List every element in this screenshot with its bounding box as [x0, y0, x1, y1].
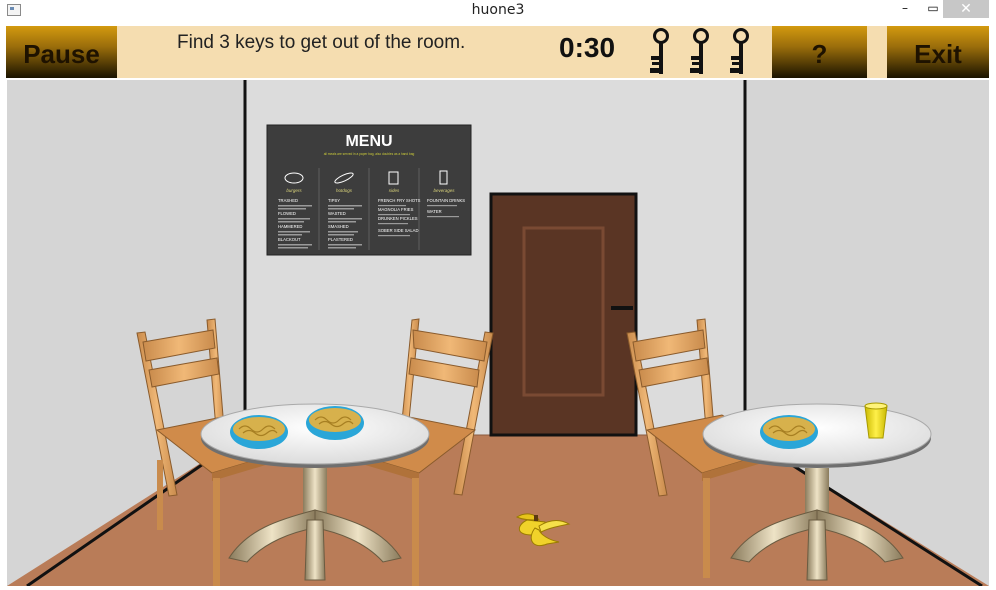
menu-item: FLOWED [278, 211, 296, 216]
noodle-bowl-right[interactable] [760, 415, 818, 449]
menu-item: PLASTERED [328, 237, 353, 242]
instruction-text: Find 3 keys to get out of the room. [177, 32, 466, 53]
menu-item: BLACKOUT [278, 237, 301, 242]
menu-item: FRENCH FRY SHOTS [378, 198, 421, 203]
minimize-button[interactable]: – [891, 0, 919, 18]
window-titlebar: huone3 – ▭ ✕ [0, 0, 996, 22]
key-icon [690, 28, 709, 74]
menu-heading-sides: sides [389, 188, 400, 193]
menu-item: TRASHED [278, 198, 298, 203]
room-canvas: MENU all meals are served in a paper bag… [7, 80, 989, 586]
menu-item: HAMMERED [278, 224, 302, 229]
pause-button[interactable]: Pause [6, 26, 117, 78]
yellow-cup[interactable] [864, 402, 888, 439]
menu-item: SMASHED [328, 224, 349, 229]
menu-item: WATER [427, 209, 442, 214]
hud-bar: Pause Find 3 keys to get out of the room… [6, 26, 989, 78]
menu-poster[interactable]: MENU all meals are served in a paper bag… [266, 124, 472, 256]
game-scene: MENU all meals are served in a paper bag… [7, 80, 989, 586]
countdown-timer: 0:30 [559, 32, 616, 63]
menu-item: DRUNKEN PICKLES [378, 216, 418, 221]
door-handle[interactable] [611, 306, 633, 310]
noodle-bowl-left[interactable] [230, 415, 288, 449]
close-button[interactable]: ✕ [943, 0, 989, 18]
help-button[interactable]: ? [772, 26, 867, 78]
menu-item: FOUNTAIN DRINKS [427, 198, 465, 203]
menu-heading-hotdogs: hotdogs [336, 188, 353, 193]
menu-item: SOBER SIDE SALAD [378, 228, 419, 233]
key-icon [730, 28, 749, 74]
menu-heading-beverages: beverages [433, 188, 455, 193]
window-title: huone3 [471, 2, 525, 18]
menu-title: MENU [345, 133, 392, 150]
menu-subtitle: all meals are served in a paper bag, als… [324, 152, 415, 156]
exit-door[interactable] [489, 192, 638, 437]
menu-item: WASTED [328, 211, 346, 216]
menu-item: MAGNOLIA FRIES [378, 207, 414, 212]
menu-heading-burgers: burgers [286, 188, 302, 193]
menu-item: TIPSY [328, 198, 340, 203]
key-icon [650, 28, 669, 74]
exit-button[interactable]: Exit [887, 26, 989, 78]
noodle-bowl-middle[interactable] [306, 406, 364, 440]
